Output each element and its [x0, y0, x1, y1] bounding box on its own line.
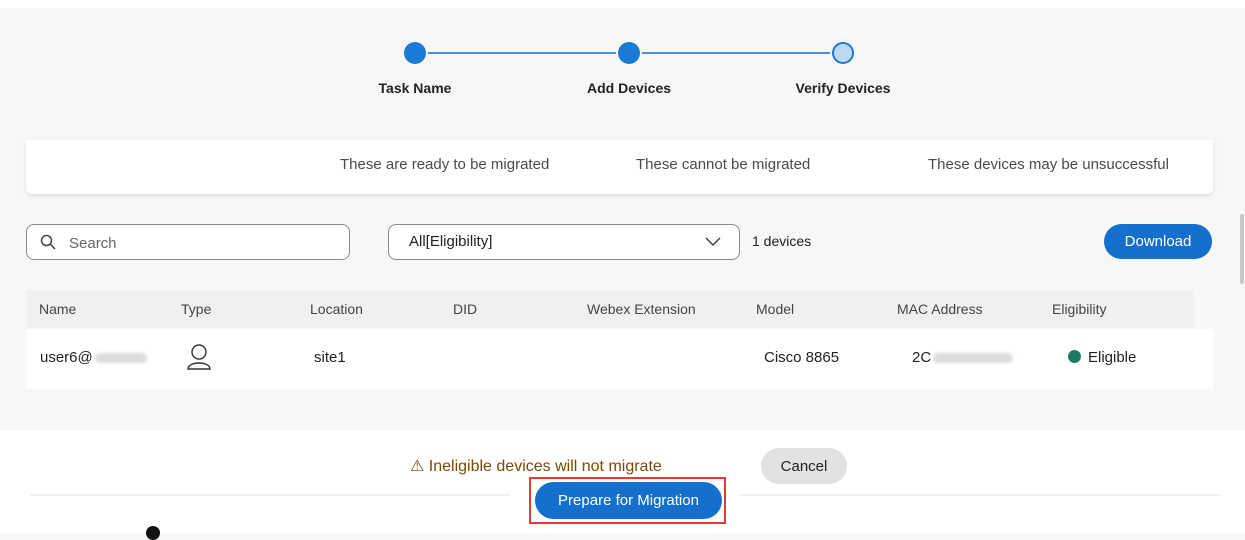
cell-eligibility: Eligible	[1068, 349, 1136, 366]
summary-ready[interactable]: These are ready to be migrated	[340, 156, 549, 173]
redacted-blur	[94, 353, 147, 364]
device-count: 1 devices	[752, 233, 812, 249]
cell-name-text: user6@	[40, 349, 93, 366]
step-label-add-devices: Add Devices	[586, 80, 672, 96]
top-strip	[0, 0, 1245, 8]
cell-mac-text: 2C	[912, 349, 932, 366]
cell-location: site1	[314, 349, 346, 366]
step-dot-verify-devices	[832, 42, 854, 64]
cursor-icon	[146, 526, 160, 540]
table-row[interactable]: user6@ site1 Cisco 8865 2C Eligible	[26, 329, 1213, 389]
prepare-for-migration-button[interactable]: Prepare for Migration	[535, 482, 722, 519]
step-dot-task-name	[404, 42, 426, 64]
step-connector	[642, 52, 830, 54]
cancel-button[interactable]: Cancel	[761, 448, 847, 484]
footer-bar: ⚠ Ineligible devices will not migrate Ca…	[0, 430, 1245, 540]
summary-cannot[interactable]: These cannot be migrated	[636, 156, 810, 173]
column-header-location[interactable]: Location	[310, 301, 363, 317]
filter-selected-value: All[Eligibility]	[409, 233, 493, 250]
status-dot-icon	[1068, 350, 1081, 363]
table-header: Name Type Location DID Webex Extension M…	[26, 290, 1194, 328]
column-header-did[interactable]: DID	[453, 301, 477, 317]
divider	[30, 494, 510, 496]
download-button[interactable]: Download	[1104, 224, 1212, 259]
redacted-blur	[933, 353, 1014, 364]
summary-may-fail[interactable]: These devices may be unsuccessful	[928, 156, 1169, 173]
column-header-type[interactable]: Type	[181, 301, 211, 317]
step-dot-add-devices	[618, 42, 640, 64]
summary-card: These are ready to be migrated These can…	[26, 140, 1213, 194]
search-icon	[40, 234, 56, 250]
cell-model: Cisco 8865	[764, 349, 840, 366]
column-header-name[interactable]: Name	[39, 301, 76, 317]
step-connector	[428, 52, 616, 54]
column-header-mac-address[interactable]: MAC Address	[897, 301, 983, 317]
user-icon	[187, 344, 211, 370]
search-input[interactable]	[67, 231, 341, 255]
cell-name: user6@	[40, 349, 147, 366]
step-label-task-name: Task Name	[378, 80, 452, 96]
column-header-eligibility[interactable]: Eligibility	[1052, 301, 1106, 317]
divider	[740, 494, 1220, 496]
column-header-model[interactable]: Model	[756, 301, 794, 317]
ineligible-warning: ⚠ Ineligible devices will not migrate	[410, 458, 662, 475]
cell-mac-address: 2C	[912, 349, 1014, 366]
stepper: Task Name Add Devices Verify Devices	[0, 40, 1245, 110]
eligibility-filter-select[interactable]: All[Eligibility]	[388, 224, 740, 260]
step-label-verify-devices: Verify Devices	[795, 80, 891, 96]
scrollbar-thumb[interactable]	[1240, 214, 1244, 284]
column-header-webex-extension[interactable]: Webex Extension	[587, 301, 696, 317]
chevron-down-icon	[705, 237, 721, 247]
search-box[interactable]	[26, 224, 350, 260]
status-badge: Eligible	[1088, 349, 1137, 366]
